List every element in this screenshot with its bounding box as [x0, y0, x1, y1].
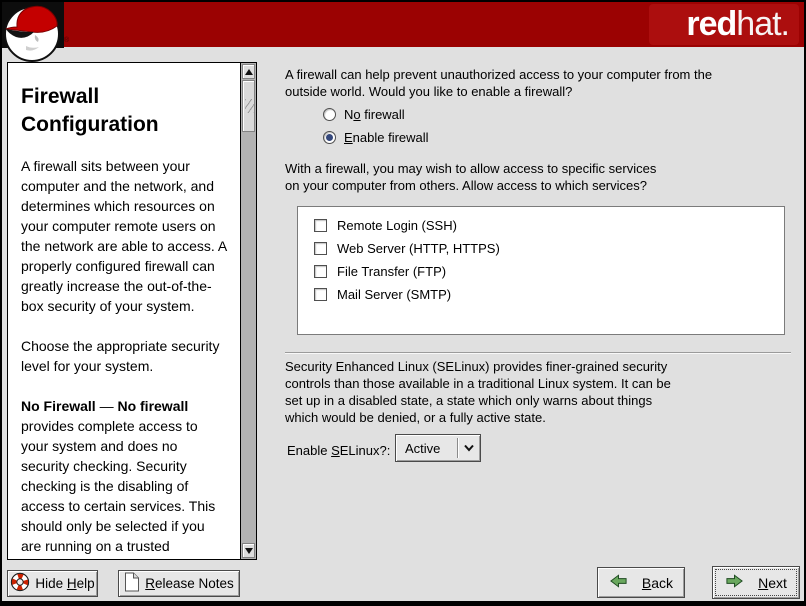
- help-paragraph-1: A firewall sits between your computer an…: [21, 156, 228, 316]
- help-panel: Firewall Configuration A firewall sits b…: [7, 62, 257, 560]
- arrow-down-icon: [245, 548, 253, 554]
- next-button[interactable]: Next: [712, 566, 800, 599]
- back-label: Back: [642, 575, 673, 591]
- help-text: Firewall Configuration A firewall sits b…: [8, 63, 240, 559]
- firewall-intro-text: A firewall can help prevent unauthorized…: [285, 66, 712, 100]
- service-row-smtp[interactable]: Mail Server (SMTP): [298, 283, 784, 306]
- selinux-label: Enable SELinux?:: [287, 443, 390, 458]
- chevron-down-icon: [458, 444, 480, 452]
- checkbox-icon[interactable]: [314, 242, 327, 255]
- header-banner: redhat.: [2, 2, 804, 47]
- help-scrollbar[interactable]: [240, 63, 256, 559]
- service-label: Remote Login (SSH): [337, 218, 457, 233]
- life-preserver-icon: [10, 572, 30, 595]
- arrow-right-icon: [725, 573, 744, 592]
- selinux-dropdown[interactable]: Active: [395, 434, 481, 462]
- services-list: Remote Login (SSH) Web Server (HTTP, HTT…: [297, 206, 785, 335]
- arrow-up-icon: [245, 69, 253, 75]
- service-label: Web Server (HTTP, HTTPS): [337, 241, 500, 256]
- service-row-ssh[interactable]: Remote Login (SSH): [298, 214, 784, 237]
- document-icon: [124, 572, 140, 595]
- registered-trademark-glyph: ®: [64, 37, 69, 44]
- help-title: Firewall Configuration: [21, 83, 228, 138]
- services-question-text: With a firewall, you may wish to allow a…: [285, 160, 656, 194]
- service-row-ftp[interactable]: File Transfer (FTP): [298, 260, 784, 283]
- radio-enable-firewall-label: Enable firewall: [344, 130, 429, 145]
- radio-no-firewall[interactable]: No firewall: [323, 107, 405, 122]
- brand-text-red: red: [686, 5, 736, 44]
- radio-no-firewall-label: No firewall: [344, 107, 405, 122]
- firewall-config-pane: A firewall can help prevent unauthorized…: [283, 62, 799, 532]
- redhat-shadowman-logo-icon: [2, 2, 68, 66]
- checkbox-icon[interactable]: [314, 265, 327, 278]
- help-paragraph-3: No Firewall — No firewall provides compl…: [21, 396, 228, 556]
- arrow-left-icon: [609, 573, 628, 592]
- next-label: Next: [758, 575, 787, 591]
- scrollbar-thumb[interactable]: [242, 80, 255, 132]
- radio-icon[interactable]: [323, 108, 336, 121]
- release-notes-button[interactable]: Release Notes: [118, 570, 240, 597]
- back-button[interactable]: Back: [597, 567, 685, 598]
- scroll-up-button[interactable]: [242, 64, 255, 79]
- hide-help-button[interactable]: Hide Help: [7, 570, 98, 597]
- help-paragraph-2: Choose the appropriate security level fo…: [21, 336, 228, 376]
- section-separator: [285, 352, 791, 354]
- installer-window: redhat. ® Firewall Configuration A firew…: [0, 0, 806, 606]
- radio-selected-icon[interactable]: [323, 131, 336, 144]
- selinux-description-text: Security Enhanced Linux (SELinux) provid…: [285, 358, 671, 426]
- service-label: Mail Server (SMTP): [337, 287, 451, 302]
- checkbox-icon[interactable]: [314, 219, 327, 232]
- radio-enable-firewall[interactable]: Enable firewall: [323, 130, 429, 145]
- release-notes-label: Release Notes: [145, 576, 234, 591]
- checkbox-icon[interactable]: [314, 288, 327, 301]
- hide-help-label: Hide Help: [35, 576, 94, 591]
- service-row-http[interactable]: Web Server (HTTP, HTTPS): [298, 237, 784, 260]
- scroll-down-button[interactable]: [242, 543, 255, 558]
- selinux-dropdown-value: Active: [396, 441, 457, 456]
- service-label: File Transfer (FTP): [337, 264, 446, 279]
- redhat-wordmark: redhat.: [649, 4, 799, 45]
- brand-text-hat: hat.: [736, 5, 789, 44]
